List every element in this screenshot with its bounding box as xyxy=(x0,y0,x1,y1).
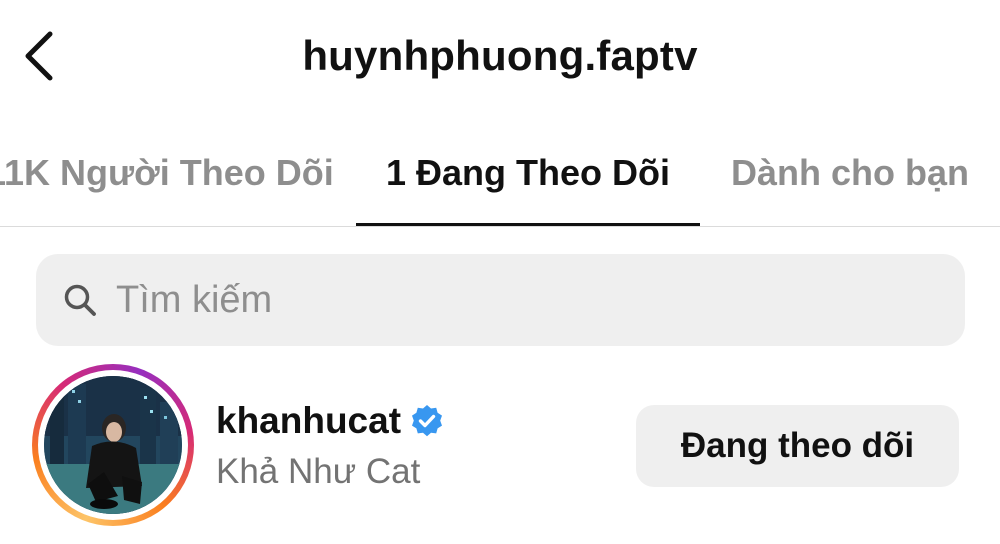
header: huynhphuong.faptv xyxy=(0,0,1000,120)
search-bar[interactable] xyxy=(36,254,965,346)
list-item[interactable]: khanhucat Khả Như Cat Đang theo dõi xyxy=(0,360,1000,544)
search-icon xyxy=(62,282,98,318)
search-input[interactable] xyxy=(116,270,896,330)
tab-followers[interactable]: 11K Người Theo Dõi xyxy=(0,120,336,226)
username-line: khanhucat xyxy=(216,400,445,442)
tab-bar: 11K Người Theo Dõi 1 Đang Theo Dõi Dành … xyxy=(0,120,1000,227)
tab-following[interactable]: 1 Đang Theo Dõi xyxy=(356,120,700,226)
full-name: Khả Như Cat xyxy=(216,452,421,491)
story-ring[interactable] xyxy=(32,364,194,526)
following-list-screen: huynhphuong.faptv 11K Người Theo Dõi 1 Đ… xyxy=(0,0,1000,544)
active-tab-indicator xyxy=(356,223,700,226)
avatar xyxy=(44,376,182,514)
page-title: huynhphuong.faptv xyxy=(302,32,698,79)
following-button[interactable]: Đang theo dõi xyxy=(636,405,959,487)
tab-for-you[interactable]: Dành cho bạn xyxy=(714,120,986,226)
username[interactable]: khanhucat xyxy=(216,400,401,442)
verified-badge-icon xyxy=(409,403,445,439)
